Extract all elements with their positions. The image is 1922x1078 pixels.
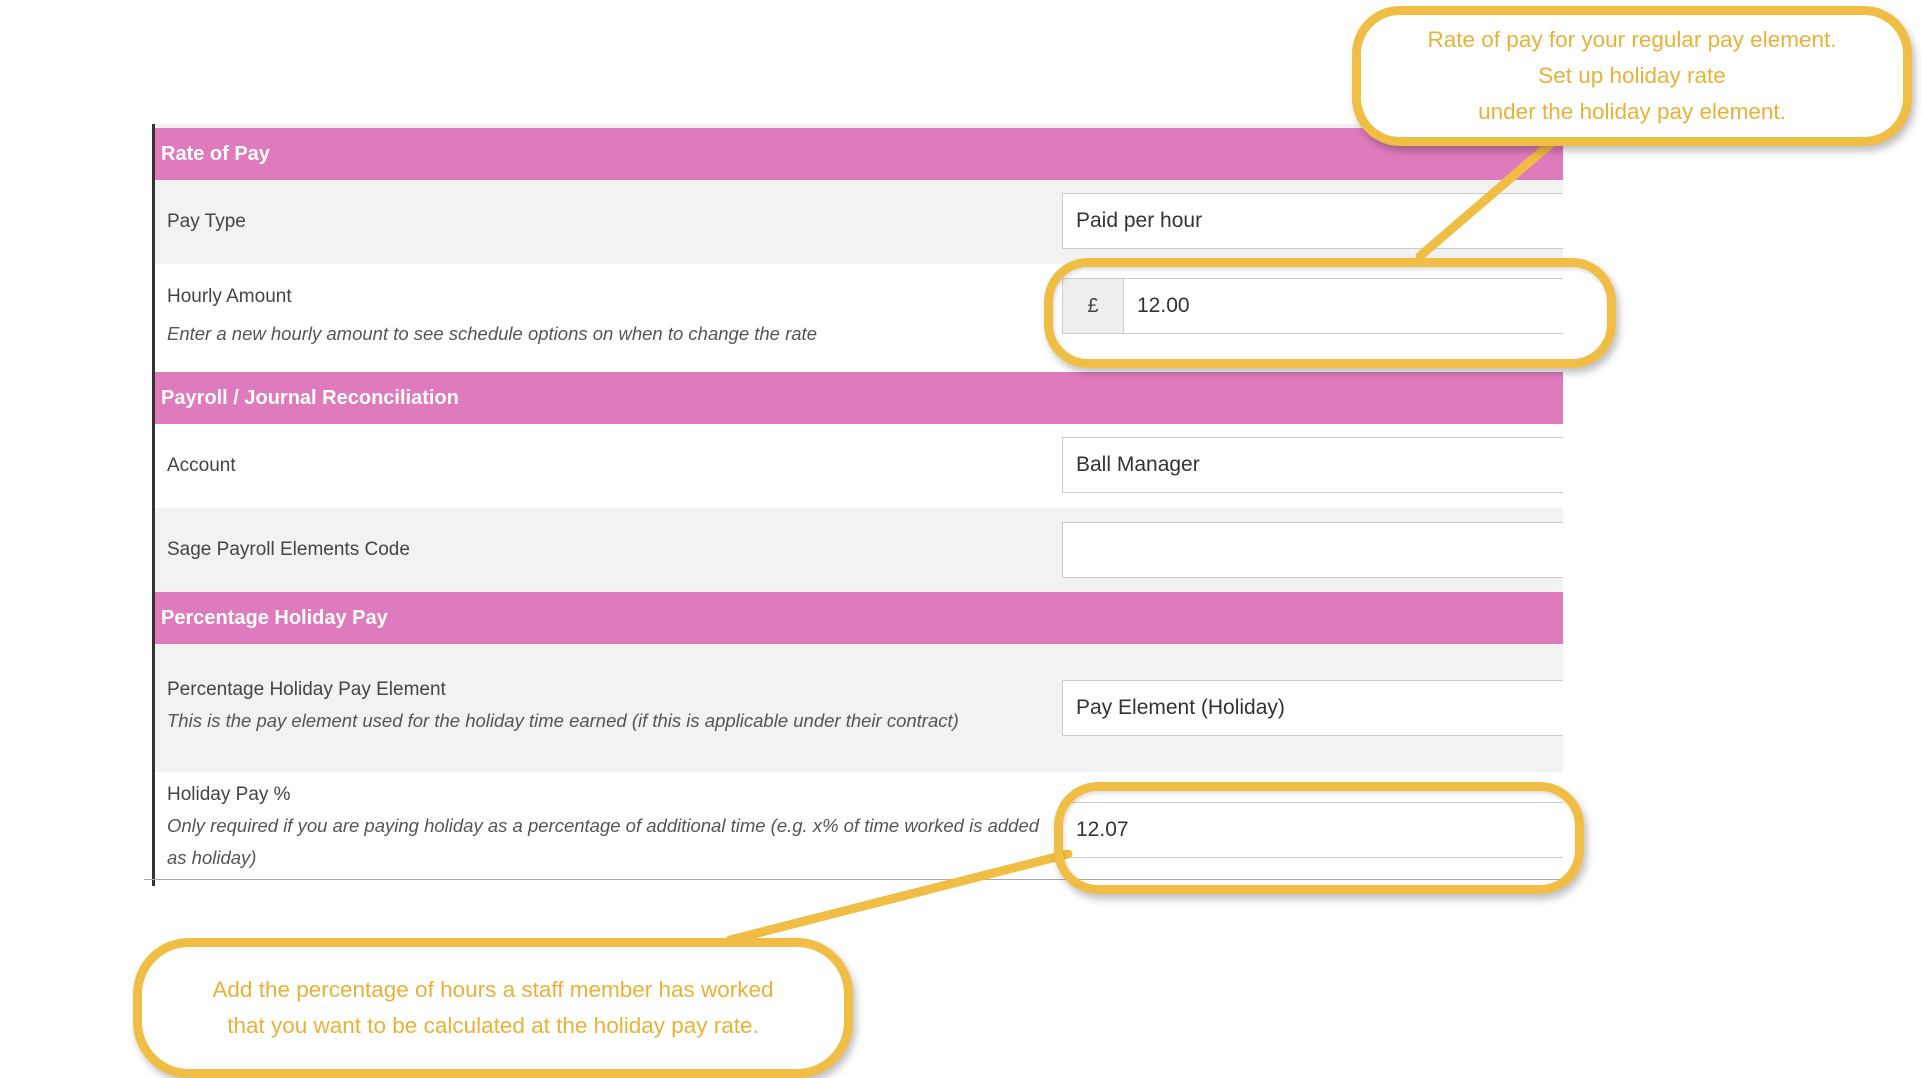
holiday-percent-highlight (1054, 782, 1584, 894)
top-callout-line-3: under the holiday pay element. (1478, 99, 1786, 124)
bottom-callout-line-2: that you want to be calculated at the ho… (227, 1013, 759, 1038)
callout-connectors (725, 135, 1560, 945)
top-callout-line-2: Set up holiday rate (1538, 63, 1726, 88)
top-callout: Rate of pay for your regular pay element… (1352, 6, 1912, 146)
top-callout-line-1: Rate of pay for your regular pay element… (1427, 27, 1837, 52)
top-callout-connector (1415, 135, 1560, 261)
bottom-callout-connector (725, 849, 1073, 945)
bottom-callout-line-1: Add the percentage of hours a staff memb… (212, 977, 774, 1002)
bottom-callout: Add the percentage of hours a staff memb… (133, 938, 853, 1078)
hourly-amount-highlight (1044, 258, 1616, 368)
